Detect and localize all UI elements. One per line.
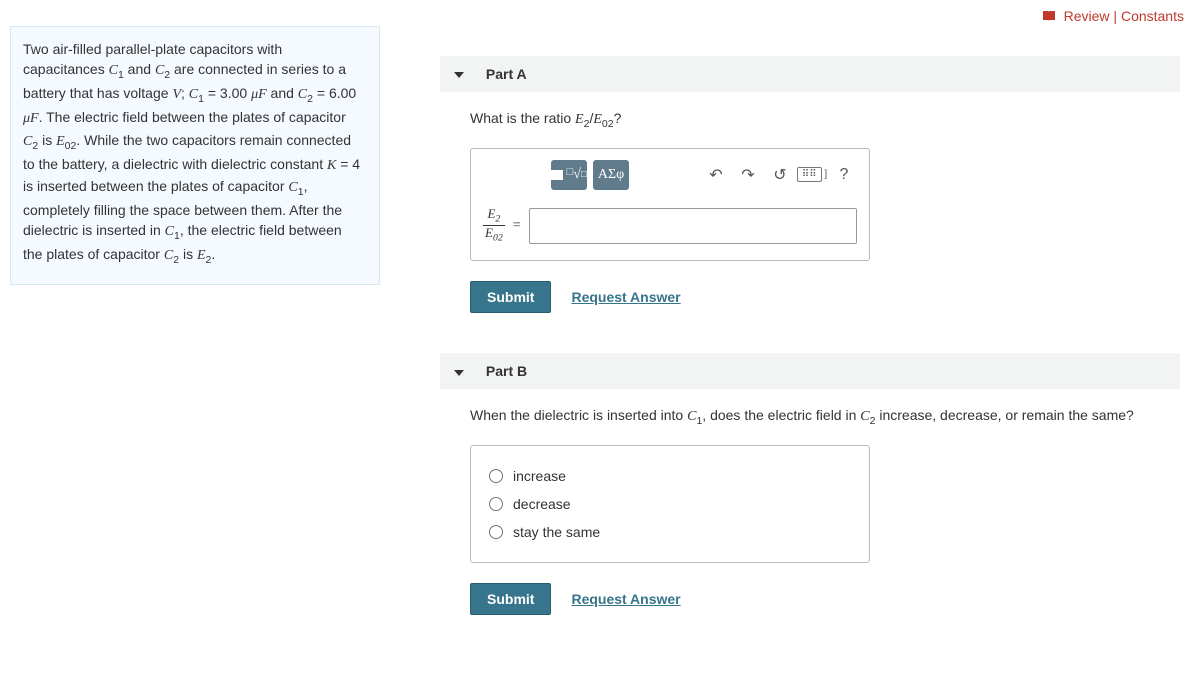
caret-down-icon — [454, 72, 464, 78]
answer-box: □√□ ΑΣφ ↶ ↷ ↺ ⠿⠿ ] ? — [470, 148, 870, 262]
option-stay[interactable]: stay the same — [489, 518, 851, 546]
part-b-prompt: When the dielectric is inserted into C1,… — [470, 407, 1180, 427]
part-a: Part A What is the ratio E2/E02? □√□ ΑΣφ — [440, 56, 1180, 313]
option-decrease[interactable]: decrease — [489, 490, 851, 518]
part-a-header[interactable]: Part A — [440, 56, 1180, 92]
undo-icon[interactable]: ↶ — [703, 162, 729, 188]
submit-button-b[interactable]: Submit — [470, 583, 551, 615]
part-a-prompt: What is the ratio E2/E02? — [470, 110, 1180, 130]
radio-decrease[interactable] — [489, 497, 503, 511]
templates-button[interactable]: □√□ — [551, 160, 587, 190]
keyboard-icon[interactable]: ⠿⠿ ] — [799, 162, 825, 188]
constants-link[interactable]: Constants — [1121, 8, 1184, 24]
square-icon — [551, 170, 563, 180]
request-answer-a[interactable]: Request Answer — [571, 289, 680, 305]
caret-down-icon — [454, 370, 464, 376]
problem-statement: Two air-filled parallel-plate capacitors… — [10, 26, 380, 285]
link-separator: | — [1113, 8, 1121, 24]
option-increase[interactable]: increase — [489, 462, 851, 490]
request-answer-b[interactable]: Request Answer — [571, 591, 680, 607]
ratio-label: E2 E02 — [483, 207, 505, 245]
redo-icon[interactable]: ↷ — [735, 162, 761, 188]
radio-group: increase decrease stay the same — [470, 445, 870, 563]
book-icon — [1042, 9, 1060, 25]
equals-sign: = — [513, 218, 521, 234]
submit-button-a[interactable]: Submit — [470, 281, 551, 313]
part-b-title: Part B — [486, 363, 527, 379]
answer-input[interactable] — [529, 208, 857, 244]
equation-toolbar: □√□ ΑΣφ ↶ ↷ ↺ ⠿⠿ ] ? — [471, 149, 869, 201]
part-a-title: Part A — [486, 66, 527, 82]
top-links: Review | Constants — [1042, 8, 1184, 25]
help-icon[interactable]: ? — [831, 162, 857, 188]
greek-button[interactable]: ΑΣφ — [593, 160, 629, 190]
radio-stay[interactable] — [489, 525, 503, 539]
part-b-header[interactable]: Part B — [440, 353, 1180, 389]
radio-increase[interactable] — [489, 469, 503, 483]
reset-icon[interactable]: ↺ — [767, 162, 793, 188]
review-link[interactable]: Review — [1064, 8, 1110, 24]
part-b: Part B When the dielectric is inserted i… — [440, 353, 1180, 615]
